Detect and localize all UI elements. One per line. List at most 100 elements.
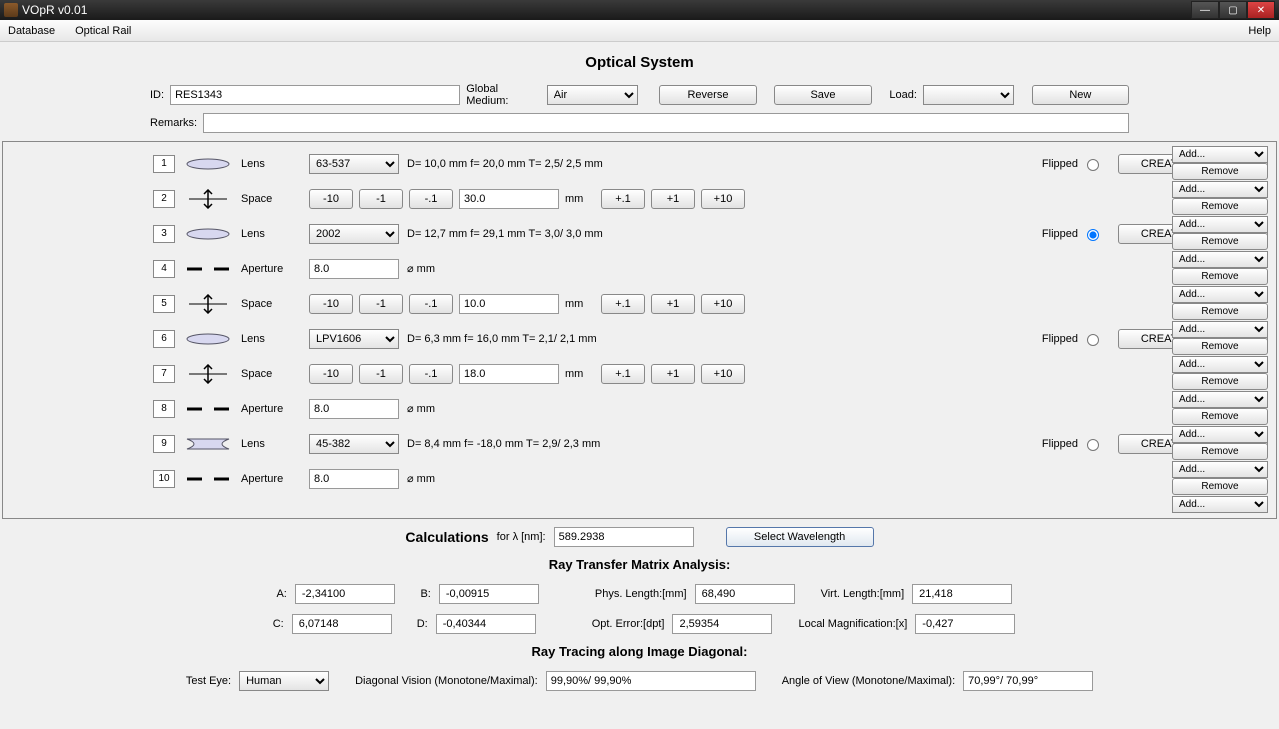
step-minus-0-1[interactable]: -.1 xyxy=(409,189,453,209)
add-element-select[interactable]: Add... xyxy=(1172,461,1268,478)
step-minus-0-1[interactable]: -.1 xyxy=(409,364,453,384)
add-element-select[interactable]: Add... xyxy=(1172,356,1268,373)
space-value-input[interactable] xyxy=(459,189,559,209)
row-type-label: Aperture xyxy=(241,403,301,415)
menu-optical-rail[interactable]: Optical Rail xyxy=(71,23,135,39)
flipped-radio[interactable] xyxy=(1087,229,1099,241)
remarks-input[interactable] xyxy=(203,113,1129,133)
row-type-label: Lens xyxy=(241,158,301,170)
remove-element-button[interactable]: Remove xyxy=(1172,303,1268,320)
remove-element-button[interactable]: Remove xyxy=(1172,198,1268,215)
step-minus-1[interactable]: -1 xyxy=(359,294,403,314)
flipped-radio[interactable] xyxy=(1087,439,1099,451)
diameter-unit: ⌀ mm xyxy=(407,472,435,485)
row-index: 2 xyxy=(153,190,175,208)
step-minus-10[interactable]: -10 xyxy=(309,294,353,314)
unit-label: mm xyxy=(565,193,595,205)
add-element-select[interactable]: Add... xyxy=(1172,286,1268,303)
add-element-select[interactable]: Add... xyxy=(1172,321,1268,338)
add-element-select[interactable]: Add... xyxy=(1172,146,1268,163)
lens-select[interactable]: 45-382 xyxy=(309,434,399,454)
aperture-value-input[interactable] xyxy=(309,259,399,279)
lens-spec: D= 12,7 mm f= 29,1 mm T= 3,0/ 3,0 mm xyxy=(407,228,747,240)
java-icon xyxy=(4,3,18,17)
aperture-value-input[interactable] xyxy=(309,399,399,419)
remove-element-button[interactable]: Remove xyxy=(1172,478,1268,495)
remove-element-button[interactable]: Remove xyxy=(1172,233,1268,250)
lens-select[interactable]: LPV1606 xyxy=(309,329,399,349)
select-wavelength-button[interactable]: Select Wavelength xyxy=(726,527,874,547)
remove-element-button[interactable]: Remove xyxy=(1172,408,1268,425)
wavelength-input[interactable] xyxy=(554,527,694,547)
add-element-select[interactable]: Add... xyxy=(1172,216,1268,233)
remove-element-button[interactable]: Remove xyxy=(1172,443,1268,460)
add-element-select[interactable]: Add... xyxy=(1172,426,1268,443)
reverse-button[interactable]: Reverse xyxy=(659,85,756,105)
rail-row: 1Lens63-537D= 10,0 mm f= 20,0 mm T= 2,5/… xyxy=(3,146,1276,181)
A-value[interactable] xyxy=(295,584,395,604)
remove-element-button[interactable]: Remove xyxy=(1172,163,1268,180)
lens-select[interactable]: 2002 xyxy=(309,224,399,244)
step-plus-1[interactable]: +1 xyxy=(651,189,695,209)
add-element-select[interactable]: Add... xyxy=(1172,391,1268,408)
id-input[interactable] xyxy=(170,85,460,105)
row-type-label: Space xyxy=(241,368,301,380)
flipped-radio[interactable] xyxy=(1087,334,1099,346)
step-plus-0-1[interactable]: +.1 xyxy=(601,294,645,314)
test-eye-select[interactable]: Human xyxy=(239,671,329,691)
local-mag-value[interactable] xyxy=(915,614,1015,634)
remove-element-button[interactable]: Remove xyxy=(1172,268,1268,285)
diag-vision-label: Diagonal Vision (Monotone/Maximal): xyxy=(355,675,538,687)
lens-icon xyxy=(183,224,233,244)
aperture-value-input[interactable] xyxy=(309,469,399,489)
minimize-button[interactable]: — xyxy=(1191,1,1219,19)
remove-element-button[interactable]: Remove xyxy=(1172,373,1268,390)
opt-err-value[interactable] xyxy=(672,614,772,634)
step-plus-10[interactable]: +10 xyxy=(701,364,745,384)
C-value[interactable] xyxy=(292,614,392,634)
step-plus-1[interactable]: +1 xyxy=(651,294,695,314)
row-type-label: Space xyxy=(241,298,301,310)
maximize-button[interactable]: ▢ xyxy=(1219,1,1247,19)
lens-icon xyxy=(183,434,233,454)
save-button[interactable]: Save xyxy=(774,85,871,105)
flipped-label: Flipped xyxy=(1042,333,1078,345)
step-minus-10[interactable]: -10 xyxy=(309,364,353,384)
flipped-radio[interactable] xyxy=(1087,159,1099,171)
new-button[interactable]: New xyxy=(1032,85,1129,105)
virt-len-value[interactable] xyxy=(912,584,1012,604)
aperture-icon xyxy=(183,469,233,489)
lens-select[interactable]: 63-537 xyxy=(309,154,399,174)
global-medium-select[interactable]: Air xyxy=(547,85,638,105)
step-plus-0-1[interactable]: +.1 xyxy=(601,364,645,384)
rail-row: 3Lens2002D= 12,7 mm f= 29,1 mm T= 3,0/ 3… xyxy=(3,216,1276,251)
space-value-input[interactable] xyxy=(459,294,559,314)
lens-icon xyxy=(183,154,233,174)
row-type-label: Lens xyxy=(241,228,301,240)
close-button[interactable]: ✕ xyxy=(1247,1,1275,19)
step-plus-1[interactable]: +1 xyxy=(651,364,695,384)
add-element-select[interactable]: Add... xyxy=(1172,496,1268,513)
lambda-label: for λ [nm]: xyxy=(497,531,546,543)
step-plus-10[interactable]: +10 xyxy=(701,294,745,314)
B-label: B: xyxy=(411,588,431,600)
add-element-select[interactable]: Add... xyxy=(1172,181,1268,198)
space-value-input[interactable] xyxy=(459,364,559,384)
menu-database[interactable]: Database xyxy=(4,23,59,39)
B-value[interactable] xyxy=(439,584,539,604)
menu-help[interactable]: Help xyxy=(1244,23,1275,39)
add-element-select[interactable]: Add... xyxy=(1172,251,1268,268)
diameter-unit: ⌀ mm xyxy=(407,402,435,415)
step-plus-0-1[interactable]: +.1 xyxy=(601,189,645,209)
remove-element-button[interactable]: Remove xyxy=(1172,338,1268,355)
step-plus-10[interactable]: +10 xyxy=(701,189,745,209)
diag-vision-value[interactable] xyxy=(546,671,756,691)
step-minus-1[interactable]: -1 xyxy=(359,189,403,209)
aov-value[interactable] xyxy=(963,671,1093,691)
load-select[interactable] xyxy=(923,85,1014,105)
phys-len-value[interactable] xyxy=(695,584,795,604)
D-value[interactable] xyxy=(436,614,536,634)
step-minus-10[interactable]: -10 xyxy=(309,189,353,209)
step-minus-1[interactable]: -1 xyxy=(359,364,403,384)
step-minus-0-1[interactable]: -.1 xyxy=(409,294,453,314)
